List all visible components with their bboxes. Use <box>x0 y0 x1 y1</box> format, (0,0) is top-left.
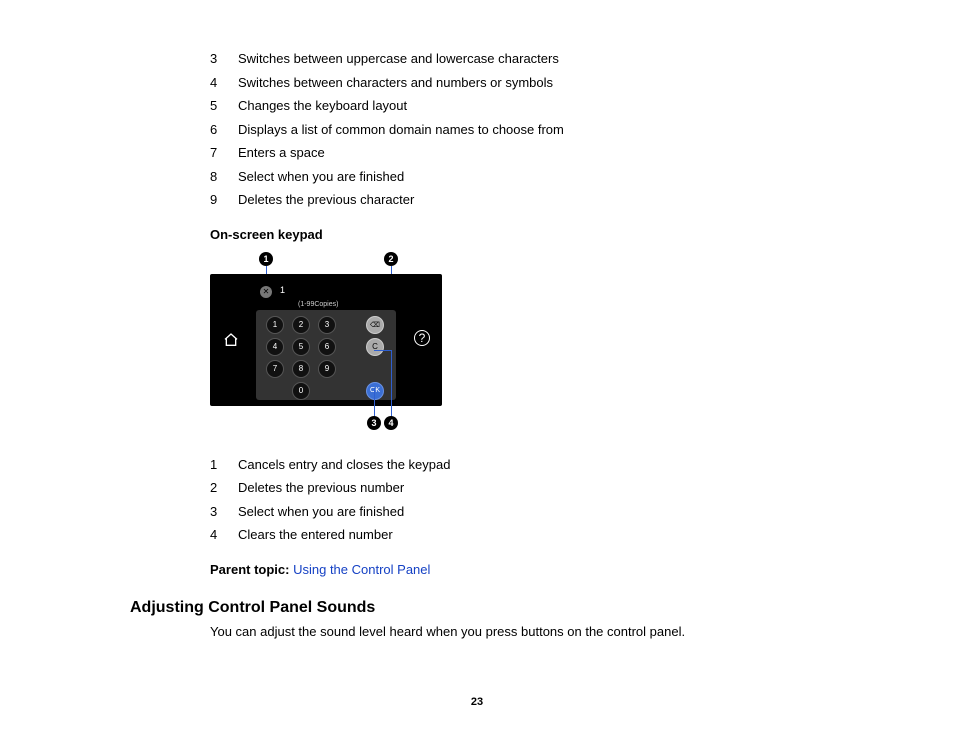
list-text: Clears the entered number <box>238 526 393 544</box>
list-text: Deletes the previous character <box>238 191 414 209</box>
list-number: 3 <box>210 503 238 521</box>
close-icon: ✕ <box>260 286 272 298</box>
key-7: 7 <box>266 360 284 378</box>
list-number: 4 <box>210 74 238 92</box>
callout-2: 2 <box>384 252 398 266</box>
key-3: 3 <box>318 316 336 334</box>
list-item: 4Switches between characters and numbers… <box>210 74 830 92</box>
keypad-range-label: (1-99Copies) <box>298 301 338 308</box>
keypad-screenshot: ✕ 1 (1-99Copies) ? 1 2 3 ⌫ 4 5 6 C 7 8 9… <box>210 274 442 406</box>
key-ok: OK <box>366 382 384 400</box>
list-number: 4 <box>210 526 238 544</box>
key-9: 9 <box>318 360 336 378</box>
help-icon: ? <box>414 330 430 346</box>
parent-topic-label: Parent topic: <box>210 562 289 577</box>
callout-4: 4 <box>384 416 398 430</box>
section-heading: Adjusting Control Panel Sounds <box>130 599 830 617</box>
list-lower: 1Cancels entry and closes the keypad 2De… <box>210 456 830 544</box>
leader-line <box>391 350 392 418</box>
leader-line <box>374 388 375 418</box>
list-text: Deletes the previous number <box>238 479 404 497</box>
list-item: 1Cancels entry and closes the keypad <box>210 456 830 474</box>
list-number: 1 <box>210 456 238 474</box>
list-text: Changes the keyboard layout <box>238 97 407 115</box>
list-item: 7Enters a space <box>210 144 830 162</box>
list-number: 6 <box>210 121 238 139</box>
list-text: Cancels entry and closes the keypad <box>238 456 450 474</box>
list-text: Displays a list of common domain names t… <box>238 121 564 139</box>
key-delete: ⌫ <box>366 316 384 334</box>
key-0: 0 <box>292 382 310 400</box>
key-4: 4 <box>266 338 284 356</box>
list-item: 3Select when you are finished <box>210 503 830 521</box>
list-number: 2 <box>210 479 238 497</box>
list-text: Switches between uppercase and lowercase… <box>238 50 559 68</box>
key-clear: C <box>366 338 384 356</box>
list-text: Select when you are finished <box>238 503 404 521</box>
list-text: Switches between characters and numbers … <box>238 74 553 92</box>
list-item: 9Deletes the previous character <box>210 191 830 209</box>
list-item: 3Switches between uppercase and lowercas… <box>210 50 830 68</box>
callout-3: 3 <box>367 416 381 430</box>
keypad-figure: 1 2 ✕ 1 (1-99Copies) ? 1 2 3 ⌫ 4 5 6 C 7 <box>210 252 830 430</box>
callout-1: 1 <box>259 252 273 266</box>
keypad-grid: 1 2 3 ⌫ 4 5 6 C 7 8 9 0 OK <box>256 310 396 400</box>
leader-line <box>374 350 391 351</box>
list-item: 6Displays a list of common domain names … <box>210 121 830 139</box>
page-number: 23 <box>0 696 954 708</box>
parent-topic: Parent topic: Using the Control Panel <box>210 562 830 577</box>
list-number: 8 <box>210 168 238 186</box>
home-icon <box>222 332 240 348</box>
list-item: 4Clears the entered number <box>210 526 830 544</box>
list-number: 7 <box>210 144 238 162</box>
key-2: 2 <box>292 316 310 334</box>
section-body: You can adjust the sound level heard whe… <box>210 623 830 641</box>
list-upper: 3Switches between uppercase and lowercas… <box>210 50 830 209</box>
list-number: 3 <box>210 50 238 68</box>
parent-topic-link[interactable]: Using the Control Panel <box>293 562 430 577</box>
list-item: 2Deletes the previous number <box>210 479 830 497</box>
key-1: 1 <box>266 316 284 334</box>
list-number: 9 <box>210 191 238 209</box>
list-text: Enters a space <box>238 144 325 162</box>
list-item: 5Changes the keyboard layout <box>210 97 830 115</box>
list-text: Select when you are finished <box>238 168 404 186</box>
key-8: 8 <box>292 360 310 378</box>
key-5: 5 <box>292 338 310 356</box>
list-number: 5 <box>210 97 238 115</box>
keypad-current-value: 1 <box>280 285 285 295</box>
list-item: 8Select when you are finished <box>210 168 830 186</box>
subheading-onscreen-keypad: On-screen keypad <box>210 227 830 242</box>
key-6: 6 <box>318 338 336 356</box>
